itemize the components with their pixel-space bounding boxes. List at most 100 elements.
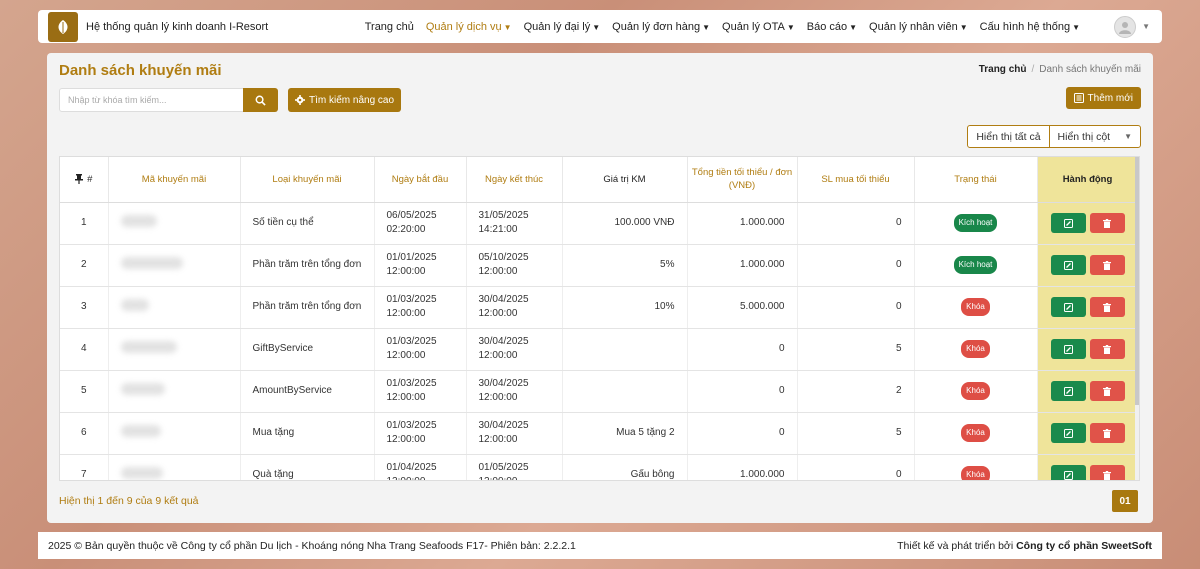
promotions-table-container[interactable]: # Mã khuyến mãi Loại khuyến mãi Ngày bắt…: [59, 156, 1140, 481]
search-button[interactable]: [243, 88, 278, 112]
status-badge: Khóa: [961, 340, 990, 358]
cell-min-qty: 0: [797, 454, 915, 480]
menu-item-staff[interactable]: Quản lý nhân viên ▼: [869, 21, 968, 33]
table-scrollbar[interactable]: [1135, 157, 1139, 480]
menu-item-ota[interactable]: Quản lý OTA ▼: [722, 21, 795, 33]
column-header-start-date[interactable]: Ngày bắt đầu: [374, 157, 467, 203]
blurred-promo-code: [120, 214, 157, 227]
cell-actions: [1037, 286, 1139, 329]
cell-min-total: 0: [687, 370, 798, 413]
leaf-logo-icon[interactable]: [48, 11, 78, 42]
page-button-current[interactable]: 01: [1112, 490, 1138, 512]
edit-button[interactable]: [1050, 423, 1086, 443]
table-row[interactable]: 5 AmountByService 01/03/2025 12:00:00 30/04/…: [60, 370, 1139, 413]
column-header-end-date[interactable]: Ngày kết thúc: [466, 157, 563, 203]
table-row[interactable]: 2 Phần trăm trên tổng đơn 01/01/2025 12:00:…: [60, 244, 1139, 287]
cell-type: Số tiền cụ thể: [240, 202, 375, 245]
column-header-type[interactable]: Loại khuyến mãi: [240, 157, 375, 203]
footer-company[interactable]: Công ty cổ phần SweetSoft: [1016, 540, 1152, 552]
delete-button[interactable]: [1089, 297, 1125, 317]
table-body: 1 Số tiền cụ thể 06/05/2025 02:20:00 31/05/2…: [60, 202, 1139, 480]
show-all-button[interactable]: Hiển thị tất cả: [968, 126, 1048, 147]
delete-button[interactable]: [1089, 339, 1125, 359]
table-row[interactable]: 7 Quà tặng01/04/202512:00:0001/05/202512:…: [60, 454, 1139, 480]
cell-status: Khóa: [914, 454, 1038, 480]
breadcrumb-current: Danh sách khuyến mãi: [1039, 64, 1141, 75]
cell-end-date: 30/04/2025 12:00:00: [466, 328, 563, 371]
menu-item-settings[interactable]: Cấu hình hệ thống ▼: [980, 21, 1080, 33]
edit-icon: [1063, 260, 1073, 270]
cell-min-qty: 2: [797, 370, 915, 413]
column-header-index[interactable]: #: [60, 157, 109, 203]
delete-button[interactable]: [1089, 423, 1125, 443]
table-row[interactable]: 4 GiftByService 01/03/2025 12:00:00 30/04/20…: [60, 328, 1139, 371]
user-menu[interactable]: ▼: [1114, 15, 1150, 38]
delete-button[interactable]: [1089, 465, 1125, 480]
cell-index: 4: [60, 328, 109, 371]
cell-type: Mua tặng: [240, 412, 375, 455]
edit-button[interactable]: [1050, 339, 1086, 359]
cell-min-total: 1.000.000: [687, 202, 798, 245]
table-header-row: # Mã khuyến mãi Loại khuyến mãi Ngày bắt…: [60, 157, 1139, 203]
advanced-search-button[interactable]: Tìm kiếm nâng cao: [288, 88, 402, 112]
delete-button[interactable]: [1089, 255, 1125, 275]
cell-status: Khóa: [914, 370, 1038, 413]
table-scrollbar-thumb[interactable]: [1135, 157, 1139, 405]
cell-value: [562, 328, 688, 371]
edit-icon: [1063, 428, 1073, 438]
column-header-status[interactable]: Trạng thái: [914, 157, 1038, 203]
avatar[interactable]: [1114, 15, 1137, 38]
edit-button[interactable]: [1050, 381, 1086, 401]
show-columns-dropdown[interactable]: Hiển thị cột ▼: [1048, 126, 1140, 147]
breadcrumb-home[interactable]: Trang chủ: [979, 64, 1027, 75]
table-row[interactable]: 3 Phần trăm trên tổng đơn 01/03/2025 12:00:…: [60, 286, 1139, 329]
cell-code: [108, 244, 241, 287]
menu-item-agents[interactable]: Quản lý đại lý ▼: [524, 21, 601, 33]
column-header-min-total[interactable]: Tổng tiền tối thiểu / đơn (VNĐ): [687, 157, 798, 203]
breadcrumb: Trang chủ / Danh sách khuyến mãi: [979, 64, 1141, 75]
table-row[interactable]: 1 Số tiền cụ thể 06/05/2025 02:20:00 31/05/2…: [60, 202, 1139, 245]
cell-min-total: 5.000.000: [687, 286, 798, 329]
cell-actions: [1037, 328, 1139, 371]
cell-type: Quà tặng: [240, 454, 375, 480]
edit-icon: [1063, 218, 1073, 228]
cell-index: 6: [60, 412, 109, 455]
cell-min-qty: 5: [797, 328, 915, 371]
add-new-button[interactable]: Thêm mới: [1065, 87, 1141, 109]
cell-end-date: 30/04/2025 12:00:00: [466, 412, 563, 455]
cell-min-qty: 0: [797, 244, 915, 287]
cell-value: Gấu bông: [562, 454, 688, 480]
edit-button[interactable]: [1050, 465, 1086, 480]
cell-start-date: 01/04/202512:00:00: [374, 454, 467, 480]
status-badge: Khóa: [961, 424, 990, 442]
pin-icon: [75, 174, 84, 185]
edit-button[interactable]: [1050, 213, 1086, 233]
chevron-down-icon[interactable]: ▼: [1142, 22, 1150, 31]
menu-item-services[interactable]: Quản lý dịch vụ ▼: [426, 21, 512, 33]
chevron-down-icon: ▼: [959, 22, 968, 32]
column-header-value[interactable]: Giá trị KM: [562, 157, 688, 203]
column-controls: Hiển thị tất cả Hiển thị cột ▼: [967, 125, 1141, 148]
pagination-summary: Hiện thị 1 đến 9 của 9 kết quả: [59, 495, 199, 507]
delete-button[interactable]: [1089, 381, 1125, 401]
cell-value: 100.000 VNĐ: [562, 202, 688, 245]
table-row[interactable]: 6 Mua tặng 01/03/2025 12:00:00 30/04/2025 12:…: [60, 412, 1139, 455]
cell-actions: [1037, 202, 1139, 245]
column-header-code[interactable]: Mã khuyến mãi: [108, 157, 241, 203]
edit-button[interactable]: [1050, 255, 1086, 275]
cell-index: 5: [60, 370, 109, 413]
cell-min-qty: 5: [797, 412, 915, 455]
chevron-down-icon: ▼: [592, 22, 601, 32]
add-list-icon: [1073, 93, 1084, 103]
search-input[interactable]: [59, 88, 244, 112]
blurred-promo-code: [120, 256, 183, 269]
delete-button[interactable]: [1089, 213, 1125, 233]
edit-button[interactable]: [1050, 297, 1086, 317]
cell-end-date: 01/05/202512:00:00: [466, 454, 563, 480]
menu-item-home[interactable]: Trang chủ: [365, 21, 414, 33]
menu-item-reports[interactable]: Báo cáo ▼: [807, 21, 857, 33]
menu-item-orders[interactable]: Quản lý đơn hàng ▼: [612, 21, 710, 33]
cell-start-date: 06/05/2025 02:20:00: [374, 202, 467, 245]
cell-code: [108, 328, 241, 371]
column-header-min-qty[interactable]: SL mua tối thiểu: [797, 157, 915, 203]
